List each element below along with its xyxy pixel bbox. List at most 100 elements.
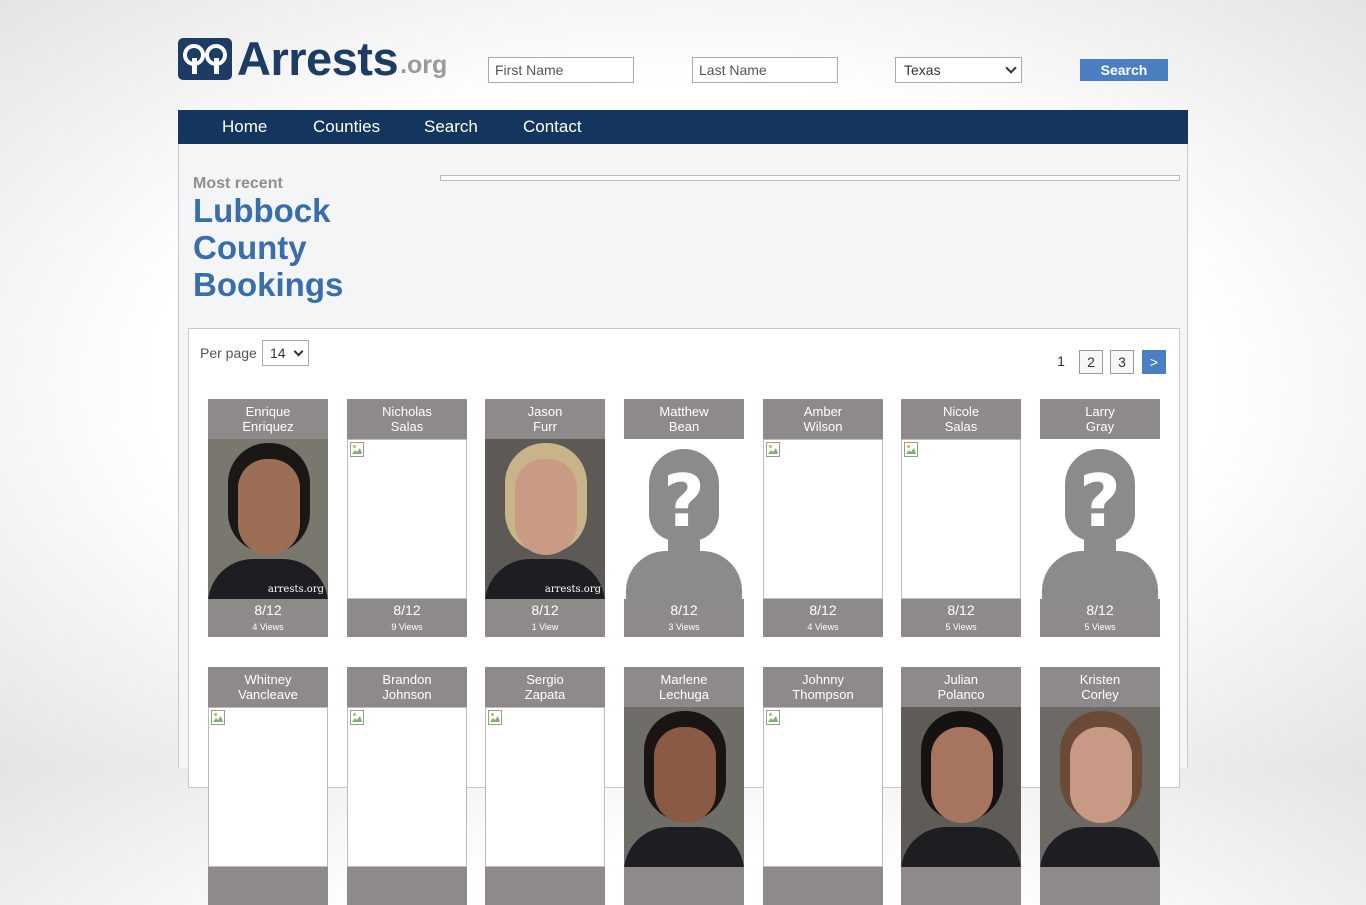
booking-date: 8/12 bbox=[393, 602, 421, 618]
handcuffs-icon bbox=[178, 38, 232, 80]
first-name: Sergio bbox=[526, 672, 564, 687]
mugshot-photo[interactable]: arrests.org bbox=[208, 439, 328, 599]
booking-card[interactable]: Jason Furr arrests.org 8/12 1 View bbox=[485, 399, 605, 637]
nav-search[interactable]: Search bbox=[424, 110, 478, 143]
last-name: Vancleave bbox=[238, 687, 298, 702]
booking-name[interactable]: Marlene Lechuga bbox=[624, 667, 744, 707]
booking-name[interactable]: Whitney Vancleave bbox=[208, 667, 328, 707]
last-name: Thompson bbox=[792, 687, 854, 702]
nav-counties[interactable]: Counties bbox=[313, 110, 380, 143]
booking-date: 8/12 bbox=[531, 602, 559, 618]
page-2[interactable]: 2 bbox=[1079, 350, 1103, 374]
main-nav: Home Counties Search Contact bbox=[178, 110, 1188, 144]
booking-name[interactable]: Enrique Enriquez bbox=[208, 399, 328, 439]
mugshot-broken-image[interactable] bbox=[208, 707, 328, 867]
next-page-button[interactable]: > bbox=[1142, 350, 1166, 374]
booking-card[interactable]: Brandon Johnson bbox=[347, 667, 467, 905]
mugshot-photo[interactable] bbox=[624, 707, 744, 867]
title-line: Lubbock bbox=[193, 192, 331, 229]
last-name-input[interactable]: Last Name bbox=[692, 57, 838, 83]
booking-card[interactable]: Kristen Corley bbox=[1040, 667, 1160, 905]
booking-card[interactable]: Julian Polanco bbox=[901, 667, 1021, 905]
title-line: Bookings bbox=[193, 266, 344, 303]
first-name: Marlene bbox=[660, 672, 708, 687]
booking-name[interactable]: Nicholas Salas bbox=[347, 399, 467, 439]
unknown-person-icon[interactable]: ? bbox=[1040, 439, 1160, 599]
booking-card[interactable]: Marlene Lechuga bbox=[624, 667, 744, 905]
last-name: Zapata bbox=[524, 687, 566, 702]
main-content: Most recent Lubbock County Bookings Per … bbox=[178, 144, 1188, 905]
booking-card[interactable]: Nicole Salas 8/12 5 Views bbox=[901, 399, 1021, 637]
search-button[interactable]: Search bbox=[1080, 59, 1168, 81]
booking-card[interactable]: Enrique Enriquez arrests.org 8/12 4 Views bbox=[208, 399, 328, 637]
mugshot-broken-image[interactable] bbox=[347, 439, 467, 599]
booking-name[interactable]: Matthew Bean bbox=[624, 399, 744, 439]
booking-name[interactable]: Brandon Johnson bbox=[347, 667, 467, 707]
mugshot-photo[interactable] bbox=[1040, 707, 1160, 867]
booking-date: 8/12 bbox=[670, 602, 698, 618]
mugshot-broken-image[interactable] bbox=[485, 707, 605, 867]
per-page-select[interactable]: 14 bbox=[262, 340, 309, 366]
last-name: Johnson bbox=[382, 687, 432, 702]
view-count: 5 Views bbox=[945, 622, 977, 632]
mugshot-broken-image[interactable] bbox=[901, 439, 1021, 599]
booking-name[interactable]: Nicole Salas bbox=[901, 399, 1021, 439]
booking-name[interactable]: Sergio Zapata bbox=[485, 667, 605, 707]
state-select-value: Texas bbox=[904, 62, 941, 78]
title-line: County bbox=[193, 229, 307, 266]
last-name: Polanco bbox=[937, 687, 985, 702]
booking-date: 8/12 bbox=[947, 602, 975, 618]
ad-bar bbox=[440, 175, 1180, 181]
first-name: Enrique bbox=[245, 404, 291, 419]
booking-card[interactable]: Larry Gray? 8/12 5 Views bbox=[1040, 399, 1160, 637]
last-name: Corley bbox=[1081, 687, 1119, 702]
mugshot-broken-image[interactable] bbox=[763, 439, 883, 599]
site-logo[interactable]: Arrests .org bbox=[178, 35, 447, 82]
last-name: Salas bbox=[390, 419, 424, 434]
broken-image-icon bbox=[350, 710, 364, 725]
view-count: 3 Views bbox=[668, 622, 700, 632]
last-name: Lechuga bbox=[659, 687, 709, 702]
last-name: Gray bbox=[1085, 419, 1115, 434]
page-1[interactable]: 1 bbox=[1049, 350, 1073, 374]
broken-image-icon bbox=[488, 710, 502, 725]
booking-name[interactable]: Larry Gray bbox=[1040, 399, 1160, 439]
view-count: 4 Views bbox=[252, 622, 284, 632]
booking-card[interactable]: Nicholas Salas 8/12 9 Views bbox=[347, 399, 467, 637]
bookings-panel: Per page 14 1 2 3 > Enrique Enriquez arres… bbox=[188, 328, 1180, 905]
first-name: Johnny bbox=[802, 672, 844, 687]
per-page-value: 14 bbox=[270, 345, 286, 361]
page-3[interactable]: 3 bbox=[1110, 350, 1134, 374]
booking-card[interactable]: Whitney Vancleave bbox=[208, 667, 328, 905]
last-name: Bean bbox=[668, 419, 700, 434]
view-count: 1 View bbox=[531, 622, 559, 632]
view-count: 9 Views bbox=[391, 622, 423, 632]
booking-name[interactable]: Kristen Corley bbox=[1040, 667, 1160, 707]
booking-name[interactable]: Jason Furr bbox=[485, 399, 605, 439]
booking-card[interactable]: Amber Wilson 8/12 4 Views bbox=[763, 399, 883, 637]
mugshot-photo[interactable]: arrests.org bbox=[485, 439, 605, 599]
nav-contact[interactable]: Contact bbox=[523, 110, 582, 143]
watermark: arrests.org bbox=[267, 584, 324, 595]
unknown-person-icon[interactable]: ? bbox=[624, 439, 744, 599]
booking-name[interactable]: Johnny Thompson bbox=[763, 667, 883, 707]
page-title: Lubbock County Bookings bbox=[193, 192, 423, 303]
booking-name[interactable]: Amber Wilson bbox=[763, 399, 883, 439]
last-name: Enriquez bbox=[242, 419, 294, 434]
mugshot-broken-image[interactable] bbox=[347, 707, 467, 867]
first-name-input[interactable]: First Name bbox=[488, 57, 634, 83]
nav-home[interactable]: Home bbox=[222, 110, 267, 143]
mugshot-broken-image[interactable] bbox=[763, 707, 883, 867]
booking-card[interactable]: Matthew Bean? 8/12 3 Views bbox=[624, 399, 744, 637]
watermark: arrests.org bbox=[544, 584, 601, 595]
state-select[interactable]: Texas bbox=[895, 57, 1022, 83]
booking-card[interactable]: Sergio Zapata bbox=[485, 667, 605, 905]
booking-name[interactable]: Julian Polanco bbox=[901, 667, 1021, 707]
first-name: Jason bbox=[527, 404, 563, 419]
per-page-label: Per page bbox=[200, 345, 257, 361]
booking-date: 8/12 bbox=[1086, 602, 1114, 618]
chevron-down-icon bbox=[293, 346, 304, 357]
mugshot-photo[interactable] bbox=[901, 707, 1021, 867]
chevron-down-icon bbox=[1005, 62, 1017, 74]
booking-card[interactable]: Johnny Thompson bbox=[763, 667, 883, 905]
